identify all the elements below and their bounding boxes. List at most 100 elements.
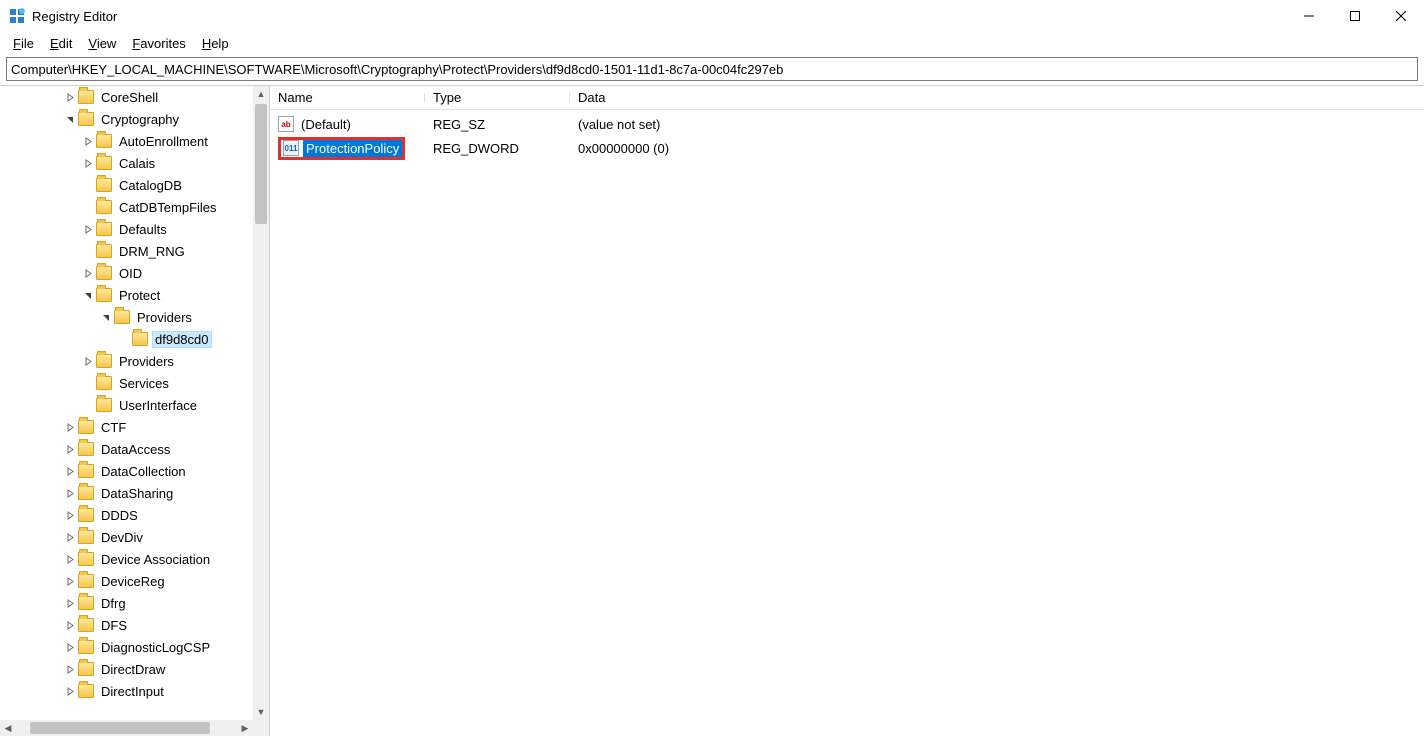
tree-horizontal-scrollbar[interactable]: ◀ ▶ [0, 720, 253, 736]
chevron-right-icon[interactable] [62, 89, 78, 105]
value-data: 0x00000000 (0) [570, 141, 1424, 156]
folder-icon [114, 310, 130, 324]
tree-item-label: Device Association [98, 551, 213, 568]
scroll-left-icon[interactable]: ◀ [0, 720, 16, 736]
chevron-right-icon[interactable] [62, 661, 78, 677]
tree-item[interactable]: df9d8cd0 [0, 328, 253, 350]
chevron-right-icon[interactable] [80, 155, 96, 171]
tree-item[interactable]: DRM_RNG [0, 240, 253, 262]
tree-item[interactable]: CatDBTempFiles [0, 196, 253, 218]
tree-item[interactable]: AutoEnrollment [0, 130, 253, 152]
address-text: Computer\HKEY_LOCAL_MACHINE\SOFTWARE\Mic… [11, 62, 783, 77]
chevron-down-icon[interactable] [98, 309, 114, 325]
tree-item[interactable]: Calais [0, 152, 253, 174]
main-split: CoreShell Cryptography AutoEnrollmentCalai… [0, 85, 1424, 736]
chevron-right-icon[interactable] [62, 639, 78, 655]
tree-item-label: CatalogDB [116, 177, 185, 194]
minimize-button[interactable] [1286, 0, 1332, 32]
string-value-icon: ab [278, 116, 294, 132]
tree-item-label: Providers [116, 353, 177, 370]
column-name[interactable]: Name [270, 90, 425, 105]
folder-icon [78, 640, 94, 654]
chevron-right-icon[interactable] [62, 683, 78, 699]
tree-vertical-scrollbar[interactable]: ▲ ▼ [253, 86, 269, 720]
menu-edit[interactable]: Edit [43, 34, 79, 53]
tree-item[interactable]: Defaults [0, 218, 253, 240]
tree-item-label: Cryptography [98, 111, 182, 128]
chevron-down-icon[interactable] [62, 111, 78, 127]
chevron-right-icon[interactable] [62, 485, 78, 501]
tree-item-label: DFS [98, 617, 130, 634]
chevron-right-icon[interactable] [62, 551, 78, 567]
tree-item[interactable]: CTF [0, 416, 253, 438]
tree-item[interactable]: Device Association [0, 548, 253, 570]
tree-item[interactable]: Providers [0, 306, 253, 328]
scroll-right-icon[interactable]: ▶ [237, 720, 253, 736]
scroll-down-icon[interactable]: ▼ [253, 704, 269, 720]
menu-help[interactable]: Help [195, 34, 236, 53]
chevron-none [116, 331, 132, 347]
address-bar[interactable]: Computer\HKEY_LOCAL_MACHINE\SOFTWARE\Mic… [6, 57, 1418, 81]
tree-item[interactable]: CatalogDB [0, 174, 253, 196]
chevron-right-icon[interactable] [80, 265, 96, 281]
chevron-right-icon[interactable] [62, 617, 78, 633]
menu-view[interactable]: View [81, 34, 123, 53]
tree-item-label: DevDiv [98, 529, 146, 546]
column-data[interactable]: Data [570, 90, 930, 105]
chevron-right-icon[interactable] [62, 419, 78, 435]
tree-item[interactable]: DirectInput [0, 680, 253, 702]
chevron-right-icon[interactable] [62, 595, 78, 611]
menu-file[interactable]: File [6, 34, 41, 53]
value-row[interactable]: 011ProtectionPolicyREG_DWORD0x00000000 (… [270, 136, 1424, 160]
chevron-right-icon[interactable] [80, 353, 96, 369]
folder-icon [96, 354, 112, 368]
tree-item[interactable]: DirectDraw [0, 658, 253, 680]
column-type[interactable]: Type [425, 90, 570, 105]
menu-favorites[interactable]: Favorites [125, 34, 192, 53]
close-button[interactable] [1378, 0, 1424, 32]
value-row[interactable]: ab(Default)REG_SZ(value not set) [270, 112, 1424, 136]
tree-item[interactable]: Cryptography [0, 108, 253, 130]
chevron-right-icon[interactable] [62, 529, 78, 545]
tree-item[interactable]: Protect [0, 284, 253, 306]
tree-item[interactable]: DFS [0, 614, 253, 636]
chevron-right-icon[interactable] [80, 221, 96, 237]
chevron-right-icon[interactable] [62, 463, 78, 479]
tree-item-label: DataSharing [98, 485, 176, 502]
chevron-right-icon[interactable] [62, 441, 78, 457]
tree-item-label: DataAccess [98, 441, 173, 458]
value-type: REG_DWORD [425, 141, 570, 156]
tree-pane: CoreShell Cryptography AutoEnrollmentCalai… [0, 86, 270, 736]
value-rows[interactable]: ab(Default)REG_SZ(value not set)011Prote… [270, 110, 1424, 160]
title-bar: Registry Editor [0, 0, 1424, 32]
tree-item[interactable]: Providers [0, 350, 253, 372]
registry-tree[interactable]: CoreShell Cryptography AutoEnrollmentCalai… [0, 86, 253, 720]
tree-item-label: Protect [116, 287, 163, 304]
scroll-thumb[interactable] [255, 104, 267, 224]
chevron-down-icon[interactable] [80, 287, 96, 303]
maximize-button[interactable] [1332, 0, 1378, 32]
chevron-right-icon[interactable] [80, 133, 96, 149]
tree-item[interactable]: DeviceReg [0, 570, 253, 592]
tree-item[interactable]: OID [0, 262, 253, 284]
tree-item[interactable]: UserInterface [0, 394, 253, 416]
chevron-right-icon[interactable] [62, 507, 78, 523]
tree-item[interactable]: DataSharing [0, 482, 253, 504]
tree-item[interactable]: Dfrg [0, 592, 253, 614]
scroll-thumb[interactable] [30, 722, 210, 734]
tree-item[interactable]: Services [0, 372, 253, 394]
folder-icon [78, 662, 94, 676]
tree-item[interactable]: DiagnosticLogCSP [0, 636, 253, 658]
tree-item-label: Services [116, 375, 172, 392]
tree-item-label: DiagnosticLogCSP [98, 639, 213, 656]
tree-item[interactable]: DDDS [0, 504, 253, 526]
tree-item[interactable]: CoreShell [0, 86, 253, 108]
tree-item[interactable]: DataAccess [0, 438, 253, 460]
folder-icon [96, 178, 112, 192]
chevron-right-icon[interactable] [62, 573, 78, 589]
value-name: (Default) [298, 116, 354, 133]
tree-item[interactable]: DataCollection [0, 460, 253, 482]
scroll-up-icon[interactable]: ▲ [253, 86, 269, 102]
folder-icon [78, 618, 94, 632]
tree-item[interactable]: DevDiv [0, 526, 253, 548]
